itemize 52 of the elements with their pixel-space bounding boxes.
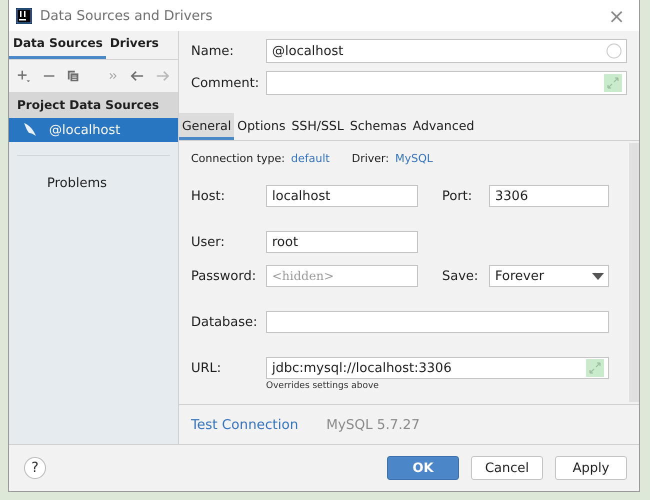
tab[interactable]: Options <box>234 113 288 140</box>
problems-item[interactable]: Problems <box>9 156 107 191</box>
circle-icon <box>606 43 622 59</box>
dialog-button[interactable]: OK <box>387 456 459 480</box>
driver-label: Driver: <box>352 152 390 165</box>
user-field[interactable]: root <box>266 231 418 253</box>
close-button[interactable]: × <box>602 4 631 28</box>
field-label: Port: <box>442 188 474 204</box>
database-field[interactable] <box>266 311 609 333</box>
data-source-item[interactable]: @localhost <box>9 118 178 142</box>
expand-icon[interactable] <box>586 359 604 377</box>
expand-icon[interactable] <box>604 74 622 92</box>
field-label: User: <box>191 234 226 250</box>
host-field[interactable]: localhost <box>266 185 418 207</box>
app-logo-icon <box>16 8 32 24</box>
url-field[interactable]: jdbc:mysql://localhost:3306 <box>266 357 609 379</box>
dropdown-arrow-icon <box>592 272 604 280</box>
dolphin-icon <box>23 122 37 138</box>
scrollbar[interactable] <box>629 143 639 402</box>
sidebar-tab[interactable]: Drivers <box>106 31 162 59</box>
server-version: MySQL 5.7.27 <box>326 416 420 432</box>
window-title: Data Sources and Drivers <box>40 8 214 24</box>
password-field[interactable]: <hidden> <box>266 265 418 287</box>
field-label: Save: <box>442 268 480 284</box>
field-label: Database: <box>191 314 258 330</box>
dialog-button[interactable]: Cancel <box>471 456 543 480</box>
port-field[interactable]: 3306 <box>489 185 609 207</box>
remove-icon[interactable] <box>42 74 56 78</box>
tab[interactable]: Schemas <box>346 113 410 140</box>
save-dropdown[interactable]: Forever <box>489 265 609 287</box>
field-label: Host: <box>191 188 226 204</box>
tab[interactable]: General <box>179 113 234 140</box>
tab[interactable]: Advanced <box>410 113 478 140</box>
copy-icon[interactable] <box>67 69 80 83</box>
back-arrow-icon[interactable] <box>130 69 144 83</box>
comment-field[interactable] <box>266 71 627 95</box>
help-button[interactable]: ? <box>24 457 46 479</box>
chevrons-icon[interactable] <box>109 72 118 80</box>
driver-link[interactable]: MySQL <box>395 152 433 165</box>
field-label: Name: <box>191 44 235 58</box>
field-label: URL: <box>191 360 222 376</box>
connection-type-label: Connection type: <box>191 152 286 165</box>
name-field[interactable]: @localhost <box>266 39 627 63</box>
connection-type-link[interactable]: default <box>291 152 330 165</box>
section-header: Project Data Sources <box>9 92 178 118</box>
field-label: Password: <box>191 268 258 284</box>
url-hint: Overrides settings above <box>266 381 380 391</box>
tab[interactable]: SSH/SSL <box>288 113 347 140</box>
add-icon[interactable] <box>17 68 31 84</box>
dialog-button[interactable]: Apply <box>555 456 627 480</box>
test-connection-link[interactable]: Test Connection <box>191 416 298 432</box>
field-label: Comment: <box>191 76 260 90</box>
